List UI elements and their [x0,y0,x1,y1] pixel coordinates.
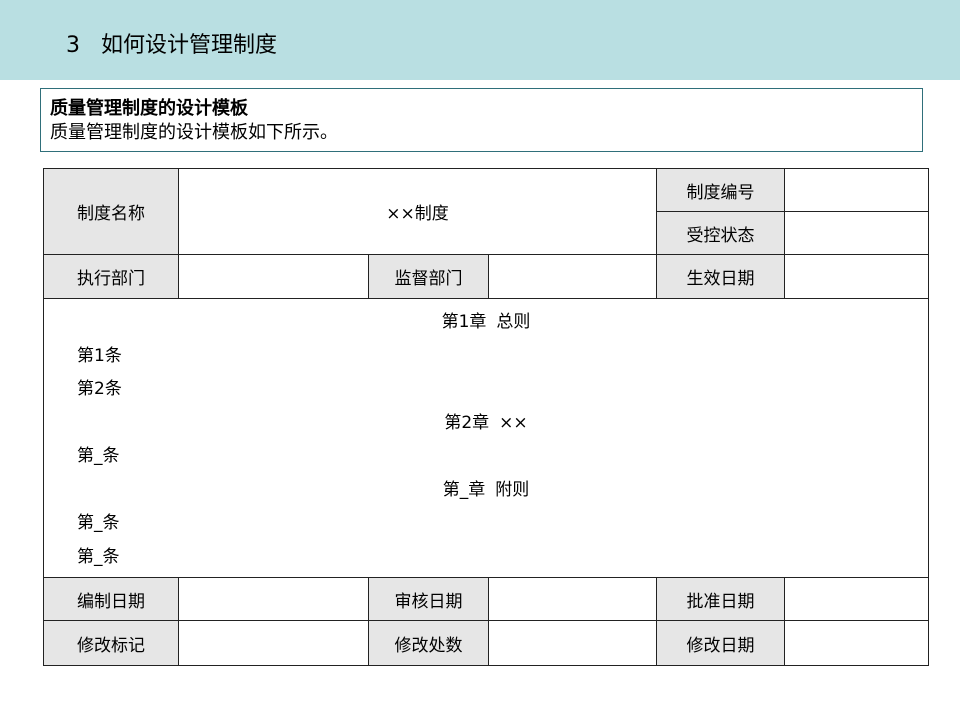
article-line: 第_条 [77,446,120,466]
edit-date-label: 编制日期 [43,577,179,621]
revision-mark-label: 修改标记 [43,620,179,666]
supervise-dept-label: 监督部门 [368,254,489,299]
info-heading: 质量管理制度的设计模板 [50,98,248,119]
policy-content: 第1章 总则 第1条 第2条 第2章 ×× 第_条 第_章 附则 第_条 第_条 [43,298,929,578]
section-title: 如何设计管理制度 [100,33,277,58]
chapter-heading: 第2章 ×× [444,412,528,433]
article-line: 第_条 [77,546,120,567]
control-status-label: 受控状态 [656,211,785,255]
article-line: 第_条 [77,513,120,533]
policy-code-label: 制度编号 [656,168,785,212]
approve-date-value [784,577,929,621]
title-bar: 3 如何设计管理制度 [0,0,960,80]
policy-code-value [784,168,929,212]
revision-date-value [784,620,929,666]
revision-mark-value [178,620,369,666]
page-title: 3 如何设计管理制度 [66,31,277,61]
review-date-value [488,577,657,621]
edit-date-value [178,577,369,621]
article-line: 第2条 [77,379,122,399]
revision-date-label: 修改日期 [656,620,785,666]
chapter-heading: 第1章 总则 [441,312,531,332]
control-status-value [784,211,929,255]
exec-dept-value [178,254,369,299]
info-description: 质量管理制度的设计模板如下所示。 [50,122,338,143]
review-date-label: 审核日期 [368,577,489,621]
policy-name-label: 制度名称 [43,168,179,255]
chapter-heading: 第_章 附则 [442,479,530,500]
info-box: 质量管理制度的设计模板 质量管理制度的设计模板如下所示。 [40,88,923,152]
revision-count-value [488,620,657,666]
article-line: 第1条 [77,345,122,366]
effective-date-value [784,254,929,299]
policy-template-table: 制度名称 ××制度 制度编号 受控状态 执行部门 监督部门 生效日期 第1章 总则… [43,168,929,666]
revision-count-label: 修改处数 [368,620,489,666]
effective-date-label: 生效日期 [656,254,785,299]
section-number: 3 [66,33,80,58]
exec-dept-label: 执行部门 [43,254,179,299]
supervise-dept-value [488,254,657,299]
approve-date-label: 批准日期 [656,577,785,621]
policy-name-value: ××制度 [178,168,657,255]
